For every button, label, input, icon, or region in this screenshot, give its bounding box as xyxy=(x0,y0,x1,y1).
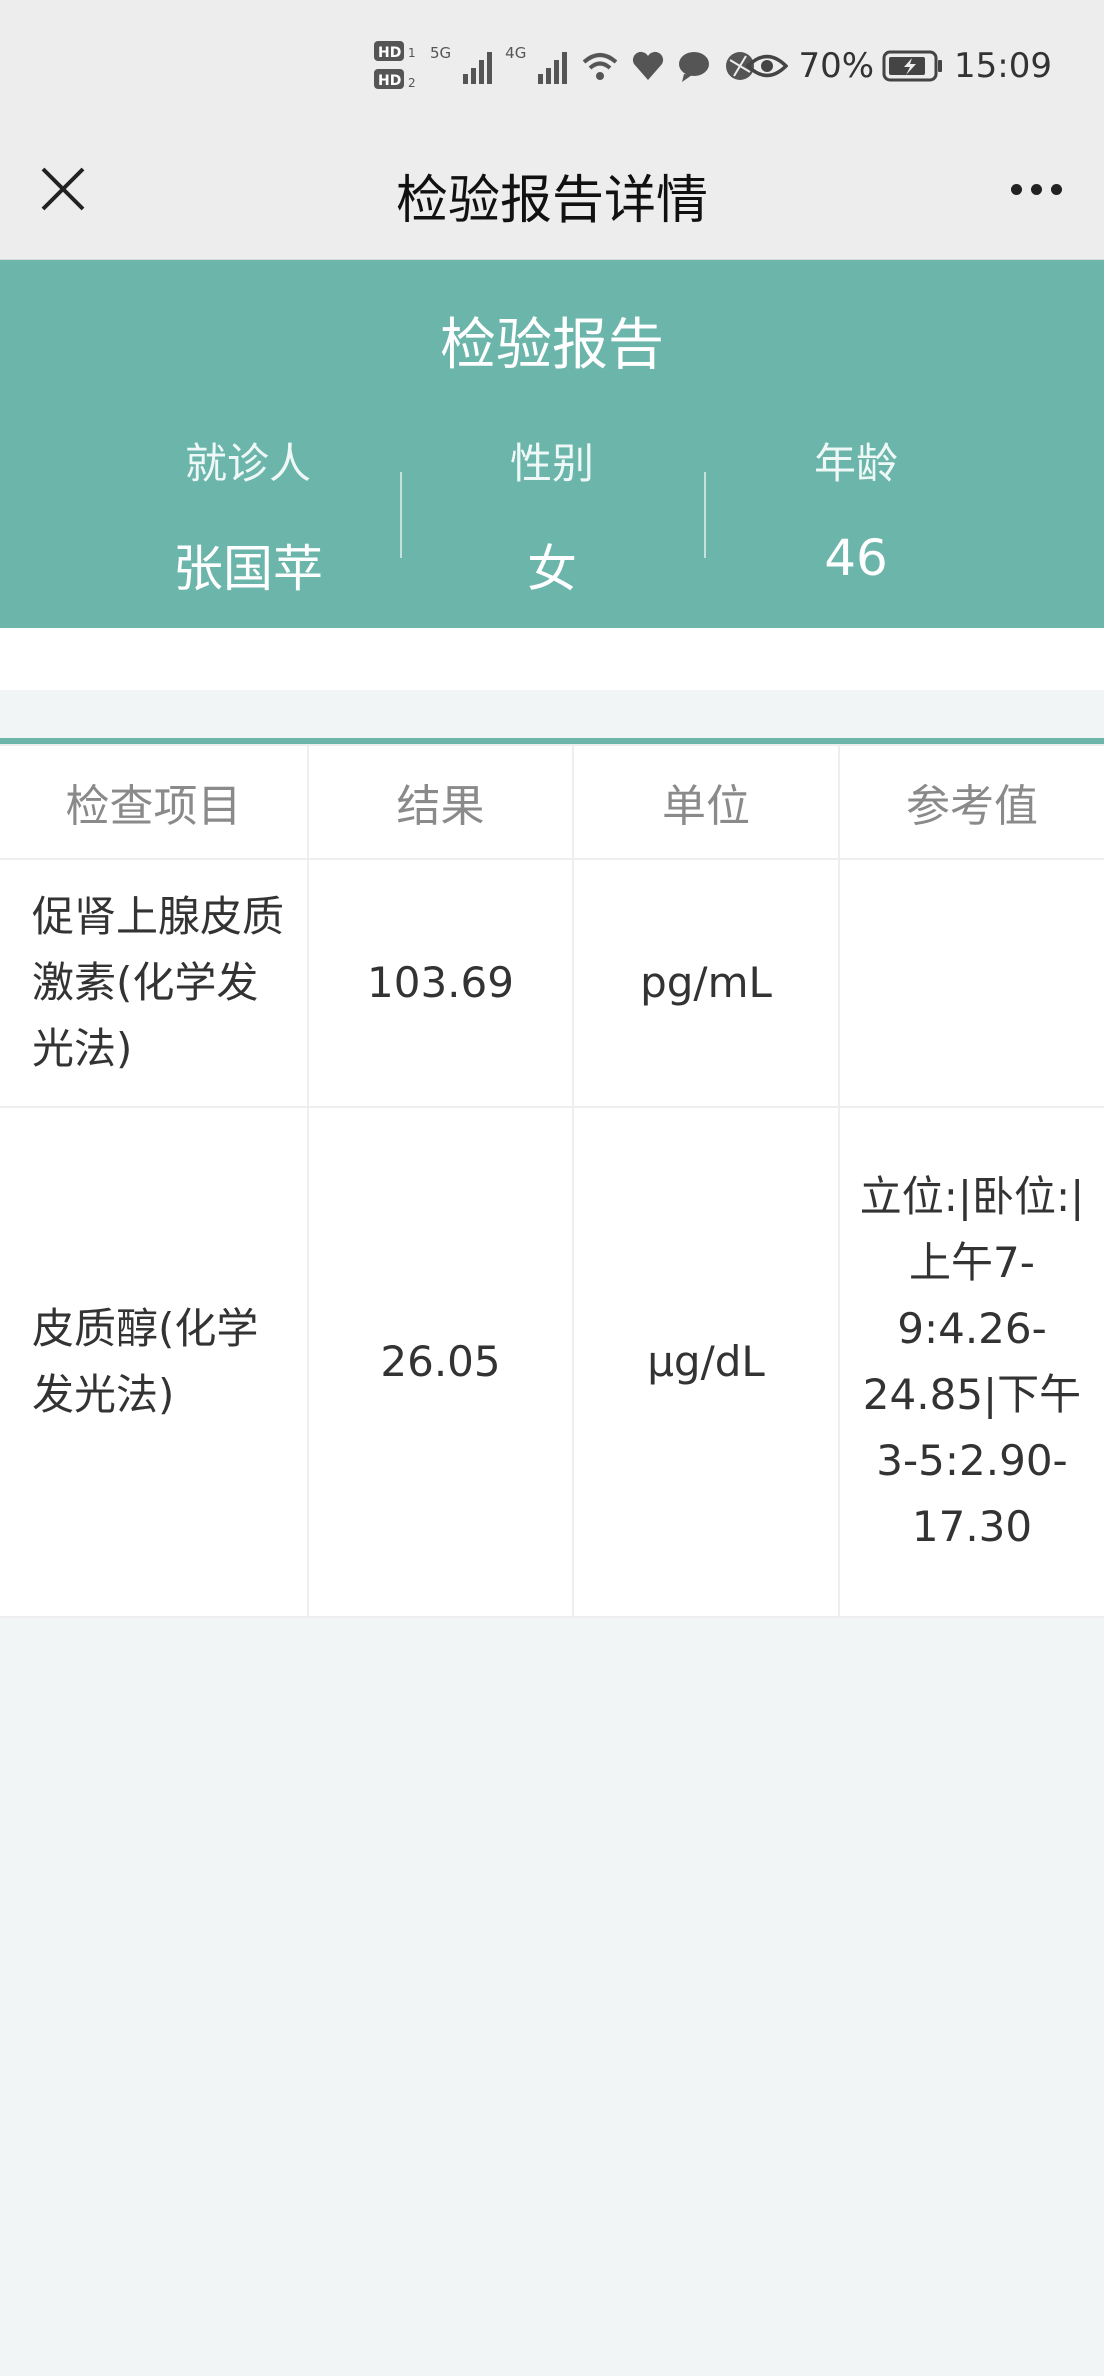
wifi-icon xyxy=(583,53,618,80)
patient-label: 就诊人 xyxy=(184,439,311,488)
table-row: 皮质醇(化学发光法) 26.05 μg/dL 立位:|卧位:|上午7-9:4.2… xyxy=(0,1106,1104,1618)
status-bar: HD 1 HD 2 5G 4G 70% 15:09 xyxy=(0,0,1104,130)
cell-result: 103.69 xyxy=(307,858,574,1108)
cell-reference xyxy=(838,858,1104,1108)
signal-icon-2 xyxy=(538,52,568,84)
network-label-2: 4G xyxy=(505,44,527,62)
page-title: 检验报告详情 xyxy=(395,171,708,231)
results-table: 检查项目 结果 单位 参考值 促肾上腺皮质激素(化学发光法) 103.69 pg… xyxy=(0,744,1104,1618)
svg-text:2: 2 xyxy=(408,76,416,90)
chat-icon xyxy=(679,52,710,82)
header-unit: 单位 xyxy=(572,744,840,860)
health-icon xyxy=(633,51,664,80)
cell-reference: 立位:|卧位:|上午7-9:4.26-24.85|下午3-5:2.90-17.3… xyxy=(838,1106,1104,1618)
svg-text:HD: HD xyxy=(378,73,401,89)
header-reference: 参考值 xyxy=(838,744,1104,860)
more-dots-icon xyxy=(1010,183,1022,195)
header-result: 结果 xyxy=(307,744,574,860)
cell-unit: μg/dL xyxy=(572,1106,840,1618)
svg-text:1: 1 xyxy=(408,46,416,60)
patient-name-col: 就诊人 张国苹 xyxy=(96,430,400,598)
hd-icon: HD 1 HD 2 xyxy=(374,41,416,90)
status-icons: HD 1 HD 2 5G 4G xyxy=(372,36,758,96)
table-header-row: 检查项目 结果 单位 参考值 xyxy=(0,744,1104,860)
results-table-wrap: 检查项目 结果 单位 参考值 促肾上腺皮质激素(化学发光法) 103.69 pg… xyxy=(0,738,1104,1618)
battery-icon xyxy=(882,50,943,82)
gender-label: 性别 xyxy=(509,439,594,488)
gender-value: 女 xyxy=(527,540,577,598)
status-right: 70% 15:09 xyxy=(746,36,1052,96)
cell-item: 皮质醇(化学发光法) xyxy=(0,1106,309,1618)
more-dots-icon xyxy=(1030,183,1042,195)
report-header-card: 检验报告 就诊人 张国苹 性别 女 年龄 46 xyxy=(0,260,1104,628)
more-button[interactable] xyxy=(996,154,1076,224)
header-item: 检查项目 xyxy=(0,744,309,860)
battery-percent: 70% xyxy=(798,46,875,86)
table-row: 促肾上腺皮质激素(化学发光法) 103.69 pg/mL xyxy=(0,858,1104,1108)
age-value: 46 xyxy=(824,529,888,587)
network-label-1: 5G xyxy=(430,44,452,62)
age-col: 年龄 46 xyxy=(704,430,1008,587)
report-title: 检验报告 xyxy=(440,313,664,378)
svg-text:HD: HD xyxy=(378,45,401,61)
patient-name: 张国苹 xyxy=(173,540,323,598)
cell-item: 促肾上腺皮质激素(化学发光法) xyxy=(0,858,309,1108)
clock: 15:09 xyxy=(954,46,1052,86)
more-dots-icon xyxy=(1050,183,1062,195)
cell-result: 26.05 xyxy=(307,1106,574,1618)
cell-unit: pg/mL xyxy=(572,858,840,1108)
signal-icon xyxy=(463,52,493,84)
gender-col: 性别 女 xyxy=(400,430,704,598)
age-label: 年龄 xyxy=(813,439,898,488)
patient-info: 就诊人 张国苹 性别 女 年龄 46 xyxy=(96,430,1008,598)
spacer xyxy=(0,628,1104,690)
title-bar: 检验报告详情 xyxy=(0,130,1104,260)
eye-icon xyxy=(746,54,789,78)
